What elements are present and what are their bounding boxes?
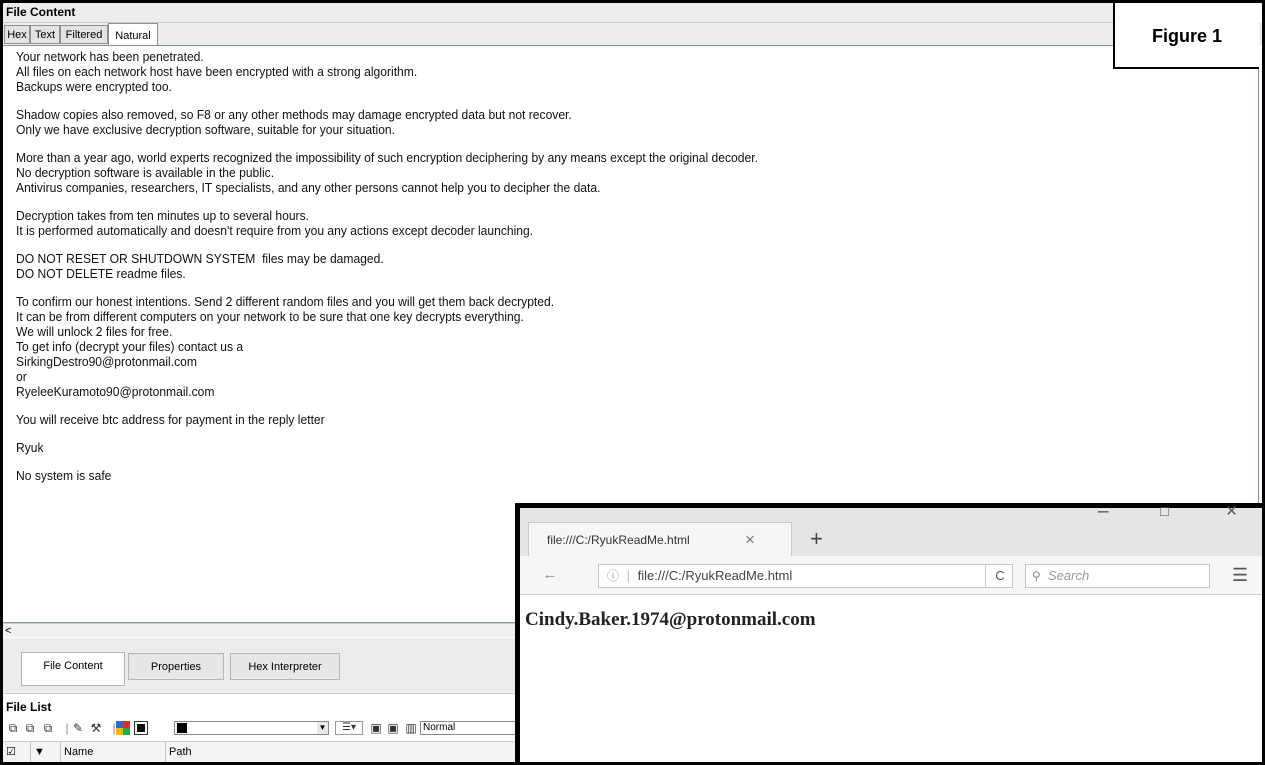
copy-icon[interactable]: ⧉ [6, 721, 20, 735]
note-line: It can be from different computers on yo… [16, 309, 524, 324]
tab-natural[interactable]: Natural [108, 23, 158, 45]
note-line: DO NOT RESET OR SHUTDOWN SYSTEM files ma… [16, 251, 384, 266]
columns-icon[interactable]: ▥ [404, 721, 418, 735]
sort-chevron-down-icon[interactable]: ▼ [31, 742, 61, 762]
page-email-text: Cindy.Baker.1974@protonmail.com [525, 609, 816, 630]
note-line: Antivirus companies, researchers, IT spe… [16, 180, 601, 195]
note-line: DO NOT DELETE readme files. [16, 266, 186, 281]
select-all-checkbox[interactable]: ☑ [3, 742, 31, 762]
copy-stack-icon[interactable]: ⧉ [41, 721, 55, 735]
note-line: Decryption takes from ten minutes up to … [16, 208, 309, 223]
info-icon[interactable]: ⓘ [607, 569, 619, 583]
panel-title: File Content [3, 3, 1116, 23]
note-line: To get info (decrypt your files) contact… [16, 339, 244, 354]
screenshot-frame: File Content Hex Text Filtered Natural Y… [0, 0, 1265, 765]
browser-tab[interactable]: file:///C:/RyukReadMe.html × [528, 522, 792, 556]
browser-tab-title: file:///C:/RyukReadMe.html [547, 533, 690, 547]
reload-icon[interactable]: C [985, 564, 1014, 588]
back-arrow-icon[interactable]: ← [538, 563, 562, 587]
note-line: RyeleeKuramoto90@protonmail.com [16, 384, 215, 399]
tools-icon[interactable]: ⚒ [89, 721, 103, 735]
maximize-icon[interactable]: □ [1160, 503, 1169, 520]
tab-filtered[interactable]: Filtered [60, 25, 108, 44]
note-gap [16, 455, 1151, 468]
note-line: SirkingDestro90@protonmail.com [16, 354, 197, 369]
url-bar[interactable]: ⓘ | file:///C:/RyukReadMe.html [598, 564, 1013, 588]
browser-nav-bar: ← ⓘ | file:///C:/RyukReadMe.html C ⚲ Sea… [520, 556, 1262, 595]
note-line: Only we have exclusive decryption softwa… [16, 122, 396, 137]
ransom-note-text: Your network has been penetrated. All fil… [16, 49, 1151, 483]
tab-hex-interpreter[interactable]: Hex Interpreter [230, 653, 340, 680]
copy-alt-icon[interactable]: ⧉ [23, 721, 37, 735]
tab-text[interactable]: Text [30, 25, 60, 44]
column-header-path[interactable]: Path [166, 742, 516, 762]
note-line: No decryption software is available in t… [16, 165, 275, 180]
new-tab-plus-icon[interactable]: + [810, 522, 823, 556]
minimize-icon[interactable]: – [1098, 501, 1109, 523]
note-line: We will unlock 2 files for free. [16, 324, 173, 339]
note-line: It is performed automatically and doesn'… [16, 223, 534, 238]
note-line: All files on each network host have been… [16, 64, 418, 79]
archive-alt-icon[interactable]: ▣ [386, 721, 400, 735]
font-style-select[interactable]: Normal [420, 721, 516, 735]
search-icon: ⚲ [1032, 569, 1041, 583]
note-gap [16, 399, 1151, 412]
grid-view-icon[interactable] [134, 721, 148, 735]
note-line: Ryuk [16, 440, 44, 455]
list-options-icon[interactable]: ☰▾ [335, 721, 363, 735]
note-line: To confirm our honest intentions. Send 2… [16, 294, 555, 309]
pen-icon[interactable]: ✎ [71, 721, 85, 735]
tab-properties[interactable]: Properties [128, 653, 224, 680]
color-select[interactable]: ▼ [174, 721, 329, 735]
figure-label: Figure 1 [1113, 3, 1259, 69]
note-line: Your network has been penetrated. [16, 49, 204, 64]
tab-hex[interactable]: Hex [4, 25, 30, 44]
browser-tab-bar: file:///C:/RyukReadMe.html × + – □ × [520, 501, 1262, 556]
note-line: More than a year ago, world experts reco… [16, 150, 758, 165]
hamburger-menu-icon[interactable]: ☰ [1232, 564, 1248, 586]
window-close-icon[interactable]: × [1226, 501, 1237, 523]
note-line: No system is safe [16, 468, 112, 483]
archive-icon[interactable]: ▣ [369, 721, 383, 735]
color-grid-icon[interactable] [116, 721, 130, 735]
scroll-left-arrow-icon[interactable]: < [5, 625, 11, 637]
url-separator: | [626, 568, 631, 583]
note-gap [16, 238, 1151, 251]
note-line: or [16, 369, 27, 384]
browser-window: file:///C:/RyukReadMe.html × + – □ × ← ⓘ… [515, 501, 1262, 762]
column-header-name[interactable]: Name [61, 742, 166, 762]
note-gap [16, 137, 1151, 150]
note-gap [16, 94, 1151, 107]
tab-file-content[interactable]: File Content [21, 652, 125, 686]
url-text: file:///C:/RyukReadMe.html [637, 568, 793, 583]
chevron-down-icon[interactable]: ▼ [317, 722, 328, 734]
view-tabs: Hex Text Filtered Natural [3, 23, 1262, 45]
note-line: Shadow copies also removed, so F8 or any… [16, 107, 572, 122]
note-gap [16, 427, 1151, 440]
search-input[interactable]: ⚲ Search [1025, 564, 1210, 588]
note-line: Backups were encrypted too. [16, 79, 172, 94]
search-placeholder: Search [1048, 568, 1090, 583]
close-icon[interactable]: × [745, 523, 755, 557]
note-gap [16, 195, 1151, 208]
color-swatch [177, 723, 187, 733]
note-line: You will receive btc address for payment… [16, 412, 325, 427]
browser-page: Cindy.Baker.1974@protonmail.com [520, 595, 1262, 762]
note-gap [16, 281, 1151, 294]
